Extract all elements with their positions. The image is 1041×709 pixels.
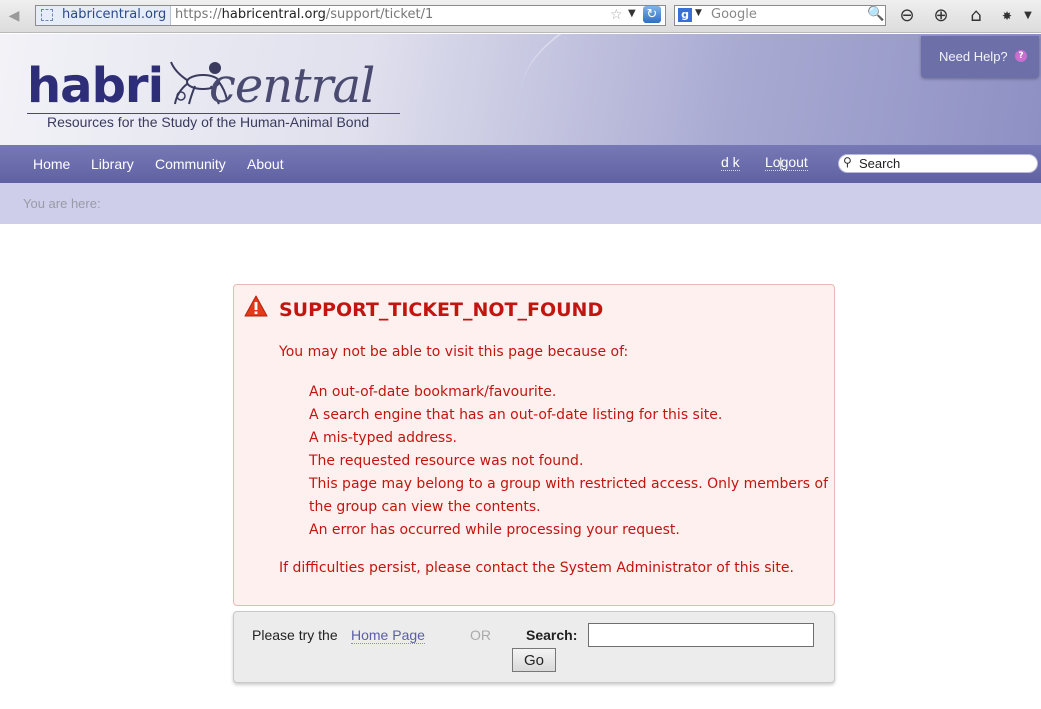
url-prefix: https:// <box>175 7 222 22</box>
zoom-in-icon[interactable]: ⊕ <box>930 5 952 27</box>
logout-link[interactable]: Logout <box>765 154 808 171</box>
site-search-icon: ⚲ <box>843 155 852 169</box>
error-reason: An out-of-date bookmark/favourite. <box>309 384 557 400</box>
logo-text-central: central <box>209 58 375 114</box>
error-message-box: SUPPORT_TICKET_NOT_FOUND You may not be … <box>233 284 835 606</box>
error-reasons-list: An out-of-date bookmark/favourite. A sea… <box>309 381 829 542</box>
bookmark-star-icon[interactable]: ☆ <box>610 7 623 23</box>
need-help-label: Need Help? <box>939 49 1008 64</box>
home-page-link[interactable]: Home Page <box>351 627 425 644</box>
browser-search-placeholder: Google <box>711 7 757 22</box>
or-separator: OR <box>470 627 491 643</box>
home-icon[interactable]: ⌂ <box>965 5 987 27</box>
error-footer: If difficulties persist, please contact … <box>279 560 794 576</box>
error-reason: The requested resource was not found. <box>309 453 584 469</box>
recovery-box: Please try the Home Page OR Search: Go <box>233 611 835 683</box>
site-search-input[interactable] <box>859 156 1029 170</box>
site-identity-label: habricentral.org <box>62 7 167 22</box>
error-reason: A search engine that has an out-of-date … <box>309 407 723 423</box>
site-identity-icon <box>41 9 53 21</box>
nav-item-community[interactable]: Community <box>155 156 226 172</box>
try-text: Please try the <box>252 627 338 643</box>
reload-icon[interactable]: ↻ <box>643 6 661 23</box>
help-question-icon: ? <box>1015 50 1027 62</box>
nav-item-home[interactable]: Home <box>33 156 70 172</box>
url-bar[interactable]: habricentral.org https://habricentral.or… <box>35 5 666 26</box>
url-domain: habricentral.org <box>221 7 326 22</box>
error-title: SUPPORT_TICKET_NOT_FOUND <box>279 299 604 321</box>
breadcrumb-label: You are here: <box>23 196 101 211</box>
error-reason: A mis-typed address. <box>309 430 457 446</box>
nav-item-library[interactable]: Library <box>91 156 134 172</box>
site-search-box[interactable]: ⚲ <box>838 154 1038 173</box>
main-nav: Home Library Community About d k | Logou… <box>0 145 1041 183</box>
error-reason: An error has occurred while processing y… <box>309 522 680 538</box>
warning-icon <box>244 295 268 317</box>
search-label: Search: <box>526 627 578 643</box>
error-search-input[interactable] <box>588 623 814 647</box>
google-engine-icon[interactable]: g <box>678 8 692 22</box>
user-name-link[interactable]: d k <box>721 154 740 171</box>
url-text[interactable]: https://habricentral.org/support/ticket/… <box>175 7 433 22</box>
extension-bug-icon[interactable]: ✸ <box>996 5 1018 27</box>
url-history-dropdown-icon[interactable]: ▼ <box>628 8 636 19</box>
site-identity-button[interactable]: habricentral.org <box>36 6 171 25</box>
error-intro: You may not be able to visit this page b… <box>279 344 629 360</box>
logo-text-habri: habri <box>27 58 164 114</box>
magnifier-icon[interactable]: 🔍 <box>867 6 884 22</box>
nav-item-about[interactable]: About <box>247 156 284 172</box>
engine-dropdown-icon[interactable]: ▼ <box>695 8 702 18</box>
logo-tagline: Resources for the Study of the Human-Ani… <box>47 114 370 130</box>
browser-search-box[interactable]: g ▼ Google 🔍 <box>674 5 886 26</box>
zoom-out-icon[interactable]: ⊖ <box>896 5 918 27</box>
need-help-button[interactable]: Need Help? ? <box>921 36 1039 78</box>
extension-dropdown-icon[interactable]: ▼ <box>1017 5 1039 27</box>
url-path: /support/ticket/1 <box>325 7 434 22</box>
go-button[interactable]: Go <box>512 648 556 672</box>
breadcrumb: You are here: <box>0 183 1041 224</box>
site-header: habri central Resources for the Study of… <box>0 34 1041 145</box>
browser-toolbar: ◀ habricentral.org https://habricentral.… <box>0 0 1041 33</box>
back-icon[interactable]: ◀ <box>3 7 25 25</box>
site-logo[interactable]: habri central Resources for the Study of… <box>27 52 407 132</box>
error-reason: This page may belong to a group with res… <box>309 476 828 515</box>
